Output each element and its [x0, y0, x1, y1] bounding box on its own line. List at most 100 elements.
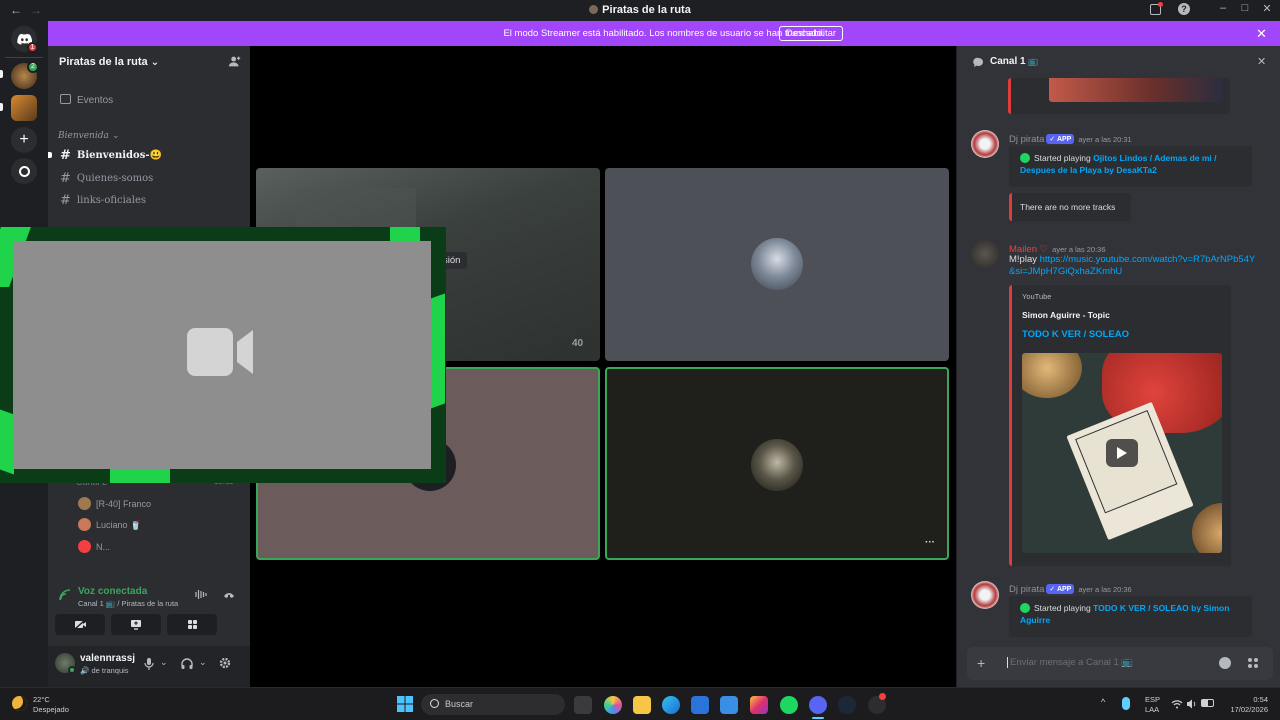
now-playing-embed: Started playing TODO K VER / SOLEAO by S… [1009, 596, 1252, 637]
edge-icon[interactable] [662, 696, 680, 714]
voice-member[interactable]: [R-40] Franco [78, 497, 151, 510]
task-view-icon[interactable] [574, 696, 592, 714]
voice-member[interactable]: N... [78, 540, 110, 553]
stream-content [296, 188, 416, 228]
camera-popout[interactable] [0, 227, 446, 483]
language-bottom[interactable]: LAA [1145, 705, 1159, 714]
message-time: ayer a las 20:36 [1078, 585, 1132, 594]
channel-item-quienes-somos[interactable]: # Quienes-somos [60, 171, 153, 186]
now-playing-text: Started playing Ojitos Lindos / Ademas d… [1020, 153, 1217, 175]
chevron-down-icon[interactable]: ⌄ [160, 657, 168, 668]
copilot-icon[interactable] [604, 696, 622, 714]
chat-panel: Canal 1 📺 ✕ Dj pirata ✓ APP ayer a las 20:… [956, 46, 1280, 687]
inbox-icon[interactable] [1146, 2, 1164, 19]
mic-in-use-icon[interactable] [1122, 697, 1130, 710]
message-author[interactable]: Dj pirata [1009, 584, 1044, 595]
avatar[interactable] [971, 130, 999, 158]
server-avatar-piratas[interactable]: 2 [11, 61, 39, 89]
youtube-link[interactable]: https://music.youtube.com/watch?v=R7bArN… [1009, 254, 1255, 277]
server-avatar-2[interactable] [11, 95, 37, 121]
steam-icon[interactable] [838, 696, 856, 714]
microphone-icon[interactable] [144, 658, 154, 673]
spotify-taskbar-icon[interactable] [780, 696, 798, 714]
discord-home-icon[interactable]: 1 [11, 26, 38, 53]
disconnect-icon[interactable] [223, 589, 235, 603]
instagram-icon[interactable] [750, 696, 768, 714]
minimize-button[interactable]: – [1214, 2, 1232, 18]
video-tile-speaking-2[interactable]: ··· [605, 367, 949, 560]
tray-overflow-icon[interactable]: ^ [1101, 697, 1105, 707]
activities-button[interactable] [167, 614, 217, 635]
voice-status[interactable]: Voz conectada [78, 586, 147, 597]
app-icon[interactable] [868, 693, 886, 714]
maximize-button[interactable]: □ [1236, 2, 1254, 18]
wifi-icon[interactable] [1171, 698, 1183, 712]
battery-icon[interactable] [1201, 699, 1214, 707]
online-status-dot [68, 666, 76, 674]
emoji-icon[interactable] [1219, 657, 1231, 669]
language-top[interactable]: ESP [1145, 695, 1160, 704]
weather-temp[interactable]: 22°C [33, 695, 50, 704]
close-window-button[interactable]: ✕ [1258, 2, 1276, 18]
participant-avatar [751, 238, 803, 290]
add-server-icon[interactable]: + [11, 127, 37, 153]
message-input[interactable]: Enviar mensaje a Canal 1 📺 [1007, 657, 1133, 668]
apps-icon[interactable] [1247, 657, 1259, 672]
streamer-mode-message: El modo Streamer está habilitado. Los no… [503, 28, 825, 39]
app-tag: ✓ APP [1046, 134, 1075, 144]
noise-suppression-icon[interactable] [195, 589, 207, 603]
guild-header[interactable]: Piratas de la ruta ⌄ [48, 46, 250, 78]
events-item[interactable]: Eventos [60, 92, 113, 106]
avatar [78, 518, 91, 531]
camera-off-button[interactable] [55, 614, 105, 635]
user-panel: valennrassj 🔊 de tranquis ⌄ ⌄ [48, 646, 250, 687]
username[interactable]: valennrassj [80, 653, 135, 664]
title-bar: ← → Piratas de la ruta ? – □ ✕ [0, 0, 1280, 21]
file-explorer-icon[interactable] [633, 696, 651, 714]
disable-streamer-button[interactable]: Deshabilitar [779, 26, 843, 41]
discover-icon[interactable] [11, 158, 37, 184]
message-author[interactable]: Dj pirata [1009, 134, 1044, 145]
invite-user-icon[interactable] [228, 55, 241, 71]
clock-time[interactable]: 0:54 [1226, 695, 1268, 704]
channel-item-bienvenidos[interactable]: # Bienvenidos-😃 [60, 148, 162, 163]
discord-taskbar-icon[interactable] [809, 696, 827, 714]
play-video-icon[interactable] [1106, 439, 1138, 467]
avatar [78, 540, 91, 553]
embed-thumbnail[interactable] [1022, 353, 1222, 553]
taskbar-search[interactable]: Buscar [421, 694, 565, 715]
activities-icon [187, 620, 197, 629]
voice-location[interactable]: Canal 1 📺 / Piratas de la ruta [78, 599, 178, 608]
voice-member[interactable]: Luciano 🥤 [78, 518, 141, 531]
headphones-icon[interactable] [181, 658, 193, 672]
add-attachment-icon[interactable]: + [977, 655, 985, 671]
clock-date[interactable]: 17/02/2026 [1226, 705, 1268, 714]
chevron-down-icon[interactable]: ⌄ [199, 657, 207, 668]
outlook-icon[interactable] [720, 696, 738, 714]
avatar[interactable] [971, 240, 999, 268]
close-chat-icon[interactable]: ✕ [1257, 55, 1266, 68]
video-tile-participant[interactable] [605, 168, 949, 361]
avatar[interactable] [55, 653, 76, 674]
streamer-mode-banner: El modo Streamer está habilitado. Los no… [48, 21, 1280, 46]
settings-gear-icon[interactable] [219, 657, 231, 672]
embed-provider: YouTube [1022, 292, 1052, 301]
windows-start-icon[interactable] [397, 696, 413, 715]
volume-icon[interactable] [1186, 698, 1198, 712]
embed-title[interactable]: TODO K VER / SOLEAO [1022, 329, 1129, 340]
help-icon[interactable]: ? [1175, 3, 1193, 19]
category-bienvenida[interactable]: Bienvenida ⌄ [58, 131, 119, 141]
frame-decoration [0, 409, 14, 475]
close-banner-icon[interactable]: ✕ [1256, 26, 1267, 42]
channel-item-links[interactable]: # links-oficiales [60, 193, 146, 208]
store-icon[interactable] [691, 696, 709, 714]
avatar[interactable] [971, 581, 999, 609]
more-options-icon[interactable]: ··· [925, 537, 935, 548]
guild-name[interactable]: Piratas de la ruta ⌄ [59, 56, 159, 68]
embed-author[interactable]: Simon Aguirre - Topic [1022, 310, 1110, 320]
frame-decoration [390, 227, 420, 241]
chat-header: Canal 1 📺 ✕ [957, 46, 1280, 78]
screen-share-button[interactable] [111, 614, 161, 635]
moon-weather-icon[interactable] [12, 696, 27, 711]
weather-desc[interactable]: Despejado [33, 705, 69, 714]
